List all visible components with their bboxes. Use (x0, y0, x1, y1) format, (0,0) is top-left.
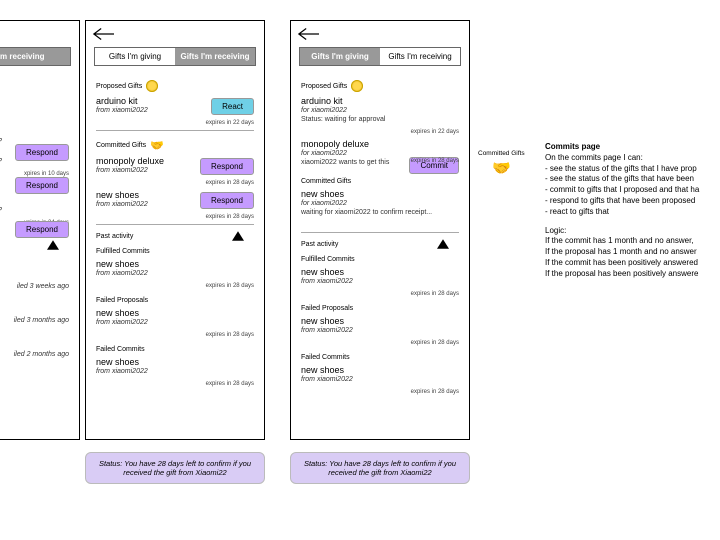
handshake-icon: 🤝 (478, 159, 525, 177)
gift-for: for xiaomi2022 (301, 107, 459, 114)
gift-from: from xiaomi2022 (301, 376, 459, 383)
tab-receiving[interactable]: Gifts I'm receiving (380, 48, 460, 65)
gift-from: from xiaomi2022 (301, 327, 459, 334)
age-text: iled 3 weeks ago (0, 283, 69, 290)
gift-row: arduino kit from xiaomi2022 React expire… (96, 96, 254, 126)
respond-button[interactable]: Respond (15, 177, 69, 194)
gift-row: monopoly deluxe for xiaomi2022 xiaomi202… (301, 139, 459, 178)
face-row (0, 100, 69, 114)
gift-title: new shoes (301, 316, 459, 326)
section-failed-prop: Failed Proposals (301, 305, 459, 312)
gift-title: new shoes (301, 267, 459, 277)
expiry: expires in 28 days (411, 340, 459, 346)
status-bar: Status: You have 28 days left to confirm… (290, 452, 470, 484)
react-button[interactable]: React (211, 98, 254, 115)
expiry: expires in 28 days (206, 214, 254, 220)
section-committed: Committed Gifts (301, 178, 459, 185)
gift-title: new shoes (301, 189, 459, 199)
section-committed: Committed Gifts🤝 (96, 139, 254, 152)
tab-receiving[interactable]: Gifts I'm receiving (175, 48, 255, 65)
gift-title: new shoes (96, 357, 254, 367)
gift-title: new shoes (301, 365, 459, 375)
ribbon-icon (351, 80, 363, 92)
gift-row: new shoes from xiaomi2022 expires in 28 … (301, 365, 459, 395)
gift-title: new shoes (96, 259, 254, 269)
respond-button[interactable]: Respond (15, 144, 69, 161)
back-icon[interactable] (297, 27, 319, 43)
section-fulfilled: Fulfilled Commits (96, 248, 254, 255)
back-icon[interactable] (92, 27, 114, 43)
gift-row: new shoes for xiaomi2022 waiting for xia… (301, 189, 459, 228)
collapse-icon[interactable] (437, 239, 449, 251)
section-past: Past activity (301, 241, 459, 248)
gift-status: Status: waiting for approval (301, 116, 459, 123)
expiry: expires in 28 days (206, 381, 254, 387)
gift-title: new shoes (96, 308, 254, 318)
expiry: expires in 28 days (206, 283, 254, 289)
gift-row: new shoes from xiaomi2022 expires in 28 … (96, 308, 254, 338)
gift-row: new shoes from xiaomi2022 expires in 28 … (96, 259, 254, 289)
gift-title: monopoly deluxe (301, 139, 459, 149)
gift-status: waiting for xiaomi2022 to confirm receip… (301, 209, 459, 216)
collapse-icon[interactable] (47, 240, 59, 252)
gift-for: for xiaomi2022 (301, 200, 459, 207)
gift-from: from xiaomi2022 (96, 270, 254, 277)
expiry: expires in 28 days (411, 158, 459, 164)
gift-row: new shoes from xiaomi2022 expires in 28 … (96, 357, 254, 387)
gift-from: from xiaomi2022 (96, 319, 254, 326)
respond-button[interactable]: Respond (15, 221, 69, 238)
section-fulfilled: Fulfilled Commits (301, 256, 459, 263)
gift-row: new shoes from xiaomi2022 expires in 28 … (301, 267, 459, 297)
expiry: expires in 28 days (206, 332, 254, 338)
expiry: expires in 28 days (411, 291, 459, 297)
section-failed-prop: Failed Proposals (96, 297, 254, 304)
gift-row: new shoes from xiaomi2022 Respond expire… (96, 190, 254, 220)
gift-from: from xiaomi2022 (96, 368, 254, 375)
section-past: Past activity (96, 233, 254, 240)
ribbon-icon (146, 80, 158, 92)
aside-label: Committed Gifts 🤝 (478, 150, 525, 177)
face-row (0, 118, 69, 132)
section-proposed: Proposed Gifts (96, 80, 254, 92)
section-proposed: Proposed Gifts (301, 80, 459, 92)
respond-button[interactable]: Respond (200, 158, 254, 175)
section-failed-com: Failed Commits (96, 346, 254, 353)
age-text: iled 2 months ago (0, 351, 69, 358)
expiry: expires in 22 days (206, 120, 254, 126)
tab-giving[interactable]: Gifts I'm giving (95, 48, 175, 65)
phone-giving: Gifts I'm giving Gifts I'm receiving Pro… (290, 20, 470, 440)
notes-title: Commits page (545, 142, 720, 153)
gift-row: monopoly deluxe from xiaomi2022 Respond … (96, 156, 254, 186)
expiry: expires in 22 days (411, 129, 459, 135)
phone-partial: Gifts I'm receiving d you receive it? ex… (0, 20, 80, 440)
gift-from: from xiaomi2022 (301, 278, 459, 285)
gift-row: new shoes from xiaomi2022 expires in 28 … (301, 316, 459, 346)
respond-button[interactable]: Respond (200, 192, 254, 209)
notes-block: Commits page On the commits page I can: … (545, 142, 720, 280)
expiry: expires in 28 days (411, 389, 459, 395)
gift-for: for xiaomi2022 (301, 150, 459, 157)
status-bar: Status: You have 28 days left to confirm… (85, 452, 265, 484)
phone-receiving: Gifts I'm giving Gifts I'm receiving Pro… (85, 20, 265, 440)
gift-row: arduino kit for xiaomi2022 Status: waiti… (301, 96, 459, 135)
handshake-icon: 🤝 (150, 139, 164, 152)
expiry: expires in 28 days (206, 180, 254, 186)
gift-title: arduino kit (301, 96, 459, 106)
tab-receiving[interactable]: Gifts I'm receiving (0, 48, 70, 65)
tab-giving[interactable]: Gifts I'm giving (300, 48, 380, 65)
age-text: iled 3 months ago (0, 317, 69, 324)
section-failed-com: Failed Commits (301, 354, 459, 361)
q-text: d you receive it? (0, 207, 69, 214)
collapse-icon[interactable] (232, 231, 244, 243)
